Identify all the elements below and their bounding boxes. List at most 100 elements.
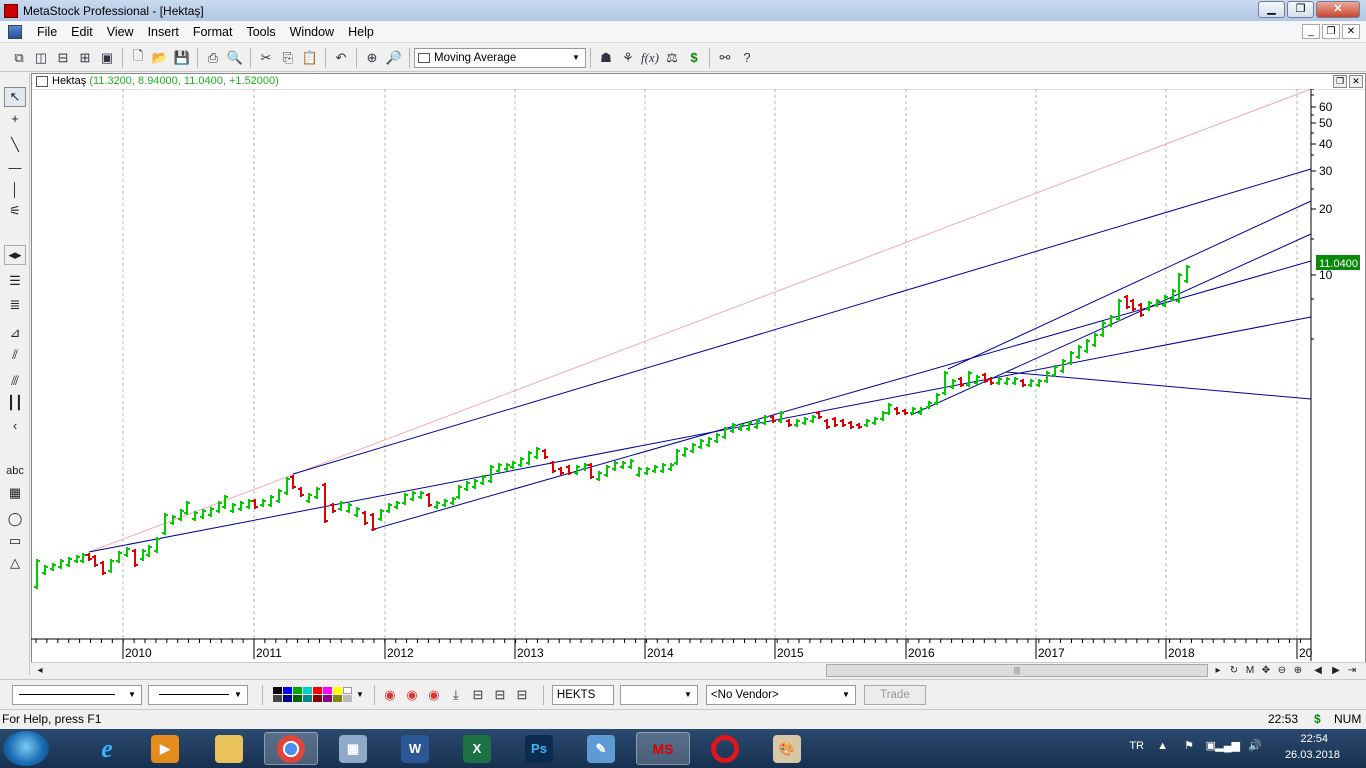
media-player-taskbar-icon[interactable]: ▶ <box>138 732 192 765</box>
layout-icon-5[interactable]: ▣ <box>96 47 118 69</box>
fan-lines-icon[interactable]: ⊿ <box>4 323 26 343</box>
color-palette[interactable] <box>273 687 352 702</box>
menu-help[interactable]: Help <box>341 21 381 43</box>
menu-window[interactable]: Window <box>283 21 341 43</box>
fibonacci-retracement-icon[interactable]: ≣ <box>4 295 26 315</box>
line-weight-combo[interactable]: ▼ <box>148 684 248 705</box>
scroll-left-icon[interactable]: ◂ <box>33 664 47 678</box>
calculator-taskbar-icon[interactable]: ▦ <box>326 732 380 765</box>
window-icon-1[interactable]: ⊟ <box>467 684 489 706</box>
menu-tools[interactable]: Tools <box>239 21 282 43</box>
chrome-link-icon-2[interactable]: ◉ <box>401 684 423 706</box>
periodicity-button[interactable]: M <box>1243 664 1257 678</box>
gann-fan-icon[interactable]: ⫽ <box>4 345 26 365</box>
download-icon[interactable]: ⤓ <box>445 684 467 706</box>
notes-taskbar-icon[interactable]: ✎ <box>574 732 628 765</box>
volume-icon[interactable]: 🔊 <box>1248 739 1262 752</box>
dollar-icon[interactable]: $ <box>683 47 705 69</box>
expand-icon[interactable]: ⇥ <box>1345 664 1359 678</box>
menu-format[interactable]: Format <box>186 21 240 43</box>
zoom-icon[interactable]: 🔎 <box>383 47 405 69</box>
refresh-icon[interactable]: ↻ <box>1227 664 1241 678</box>
formula-icon[interactable]: f(x) <box>639 47 661 69</box>
layout-icon-2[interactable]: ◫ <box>30 47 52 69</box>
language-indicator[interactable]: TR <box>1129 740 1144 752</box>
crosshair-tool-icon[interactable]: + <box>4 108 26 128</box>
minimize-button[interactable]: ▁ <box>1258 1 1285 18</box>
paint-taskbar-icon[interactable]: 🎨 <box>760 732 814 765</box>
fibonacci-icon[interactable]: ⚟ <box>4 201 26 221</box>
metastock-taskbar-icon[interactable]: MS <box>636 732 690 765</box>
vendor-combo[interactable]: <No Vendor> ▼ <box>705 684 856 705</box>
excel-taskbar-icon[interactable]: X <box>450 732 504 765</box>
ie-taskbar-icon[interactable]: e <box>80 732 134 765</box>
scroll-thumb[interactable]: ||| <box>826 664 1208 677</box>
menu-view[interactable]: View <box>100 21 141 43</box>
menu-file[interactable]: File <box>30 21 64 43</box>
new-icon[interactable]: 🗋 <box>127 47 149 69</box>
explorer-taskbar-icon[interactable] <box>202 732 256 765</box>
layout-icon-3[interactable]: ⊟ <box>52 47 74 69</box>
paste-icon[interactable]: 📋 <box>299 47 321 69</box>
trade-button[interactable]: Trade <box>863 684 926 705</box>
chrome-link-icon-3[interactable]: ◉ <box>423 684 445 706</box>
print-preview-icon[interactable]: 🔍 <box>224 47 246 69</box>
document-icon[interactable] <box>8 24 22 39</box>
grid-icon[interactable]: ▦ <box>4 483 26 503</box>
price-chart[interactable]: 2010 2011 2012 2013 2014 2015 2016 2017 2018 2060… <box>31 89 1366 662</box>
menu-edit[interactable]: Edit <box>64 21 100 43</box>
cycle-lines-icon[interactable]: ◂▸ <box>4 245 26 265</box>
parallel-lines-icon[interactable]: ⫻ <box>4 371 26 391</box>
scroll-right-icon[interactable]: ▸ <box>1211 664 1225 678</box>
ellipse-icon[interactable]: ◯ <box>4 509 26 529</box>
horizontal-line-icon[interactable]: — <box>4 157 26 177</box>
help-pointer-icon[interactable]: ? <box>736 47 758 69</box>
copy-icon[interactable]: ⎘ <box>277 47 299 69</box>
chart-restore-button[interactable]: ❐ <box>1333 75 1347 88</box>
indicator-combo[interactable]: Moving Average ▼ <box>414 47 586 68</box>
layout-icon-1[interactable]: ⧉ <box>8 47 30 69</box>
chrome-taskbar-icon[interactable] <box>264 732 318 765</box>
symbol-input[interactable]: HEKTS <box>551 684 614 705</box>
move-icon[interactable]: ✥ <box>1259 664 1273 678</box>
word-taskbar-icon[interactable]: W <box>388 732 442 765</box>
chart-close-button[interactable]: ✕ <box>1349 75 1363 88</box>
page-right-icon[interactable]: ▶ <box>1329 664 1343 678</box>
chrome-link-icon-1[interactable]: ◉ <box>379 684 401 706</box>
close-button[interactable]: ✕ <box>1316 1 1360 18</box>
speed-lines-icon[interactable]: ☰ <box>4 271 26 291</box>
mdi-close-button[interactable]: ✕ <box>1342 24 1360 39</box>
clock-time[interactable]: 22:54 <box>1300 733 1328 745</box>
expert-advisor-icon[interactable]: ☗ <box>595 47 617 69</box>
vertical-line-icon[interactable]: │ <box>4 179 26 199</box>
flag-icon[interactable]: ⚑ <box>1184 739 1194 752</box>
menu-insert[interactable]: Insert <box>141 21 186 43</box>
exchange-combo[interactable]: ▼ <box>619 684 698 705</box>
trendline-icon[interactable]: ╲ <box>4 135 26 155</box>
rectangle-icon[interactable]: ▭ <box>4 531 26 551</box>
text-tool[interactable]: abc <box>4 461 26 481</box>
line-style-combo[interactable]: ▼ <box>12 684 142 705</box>
window-icon-2[interactable]: ⊟ <box>489 684 511 706</box>
start-button[interactable] <box>3 731 49 766</box>
page-left-icon[interactable]: ◀ <box>1311 664 1325 678</box>
open-icon[interactable]: 📂 <box>149 47 171 69</box>
cut-icon[interactable]: ✂ <box>255 47 277 69</box>
clock-date[interactable]: 26.03.2018 <box>1285 749 1340 761</box>
signal-icon[interactable]: ▂▄▆ <box>1215 739 1240 752</box>
tray-arrow-icon[interactable]: ▲ <box>1157 740 1168 752</box>
window-icon-3[interactable]: ⊟ <box>511 684 533 706</box>
print-icon[interactable]: ⎙ <box>202 47 224 69</box>
photoshop-taskbar-icon[interactable]: Ps <box>512 732 566 765</box>
system-tester-icon[interactable]: ⚖ <box>661 47 683 69</box>
opera-taskbar-icon[interactable] <box>698 732 752 765</box>
undo-icon[interactable]: ↶ <box>330 47 352 69</box>
chart-scrollbar[interactable]: ◂ ||| ▸ ↻ M ✥ ⊖ ⊕ ◀ ▶ ⇥ <box>31 662 1366 678</box>
zoom-out-icon[interactable]: ⊖ <box>1275 664 1289 678</box>
mdi-minimize-button[interactable]: _ <box>1302 24 1320 39</box>
binoculars-icon[interactable]: ⚯ <box>714 47 736 69</box>
mdi-restore-button[interactable]: ❐ <box>1322 24 1340 39</box>
triangle-icon[interactable]: △ <box>4 553 26 573</box>
zoom-in-icon[interactable]: ⊕ <box>1291 664 1305 678</box>
layout-icon-4[interactable]: ⊞ <box>74 47 96 69</box>
